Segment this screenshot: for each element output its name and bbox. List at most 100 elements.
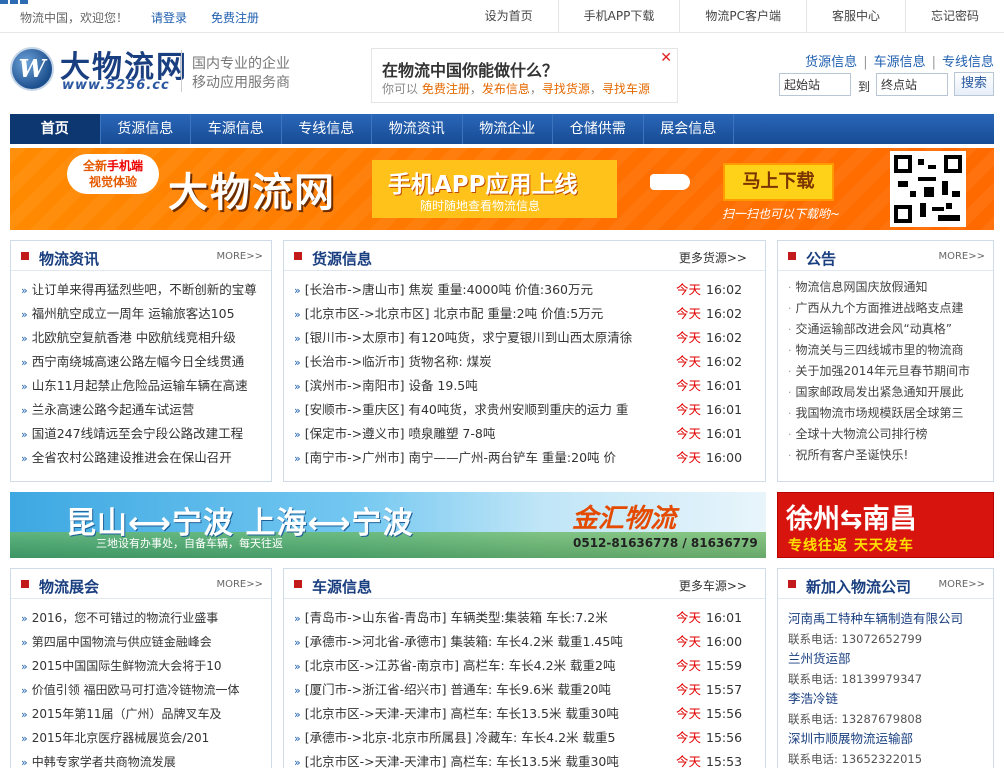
- news-item[interactable]: » 山东11月起禁止危险品运输车辆在高速: [11, 374, 271, 398]
- section-square-icon: [294, 580, 302, 588]
- cargo-panel: 货源信息 更多货源>> » [长治市->唐山市] 焦炭 重量:4000吨 价值:3…: [283, 240, 766, 482]
- logo-icon[interactable]: W: [10, 47, 54, 91]
- company-name[interactable]: 李浩冷链: [788, 689, 993, 709]
- cargo-row[interactable]: » [南宁市->广州市] 南宁——广州-两台铲车 重量:20吨 价今天 16:00: [284, 446, 765, 470]
- banner-download-button[interactable]: 马上下载: [723, 163, 834, 201]
- trucks-title[interactable]: 车源信息: [312, 576, 372, 597]
- notice-item[interactable]: · 广西从九个方面推进战略支点建: [778, 298, 993, 319]
- expo-item[interactable]: » 2015年北京医疗器械展览会/201: [11, 726, 271, 750]
- nav-news[interactable]: 物流资讯: [372, 114, 463, 144]
- app-download-link[interactable]: 手机APP下载: [557, 0, 680, 33]
- close-icon[interactable]: ✕: [660, 50, 672, 66]
- pc-client-link[interactable]: 物流PC客户端: [679, 0, 806, 33]
- start-station-input[interactable]: [779, 73, 851, 96]
- ad-right-title: 徐州⇆南昌: [786, 504, 917, 535]
- nav-home[interactable]: 首页: [10, 114, 101, 144]
- cargo-more-link[interactable]: 更多货源>>: [679, 249, 747, 266]
- section-square-icon: [788, 252, 796, 260]
- truck-row[interactable]: » [北京市区->天津-天津市] 高栏车: 车长13.5米 载重30吨 今天 15:5…: [284, 702, 765, 726]
- notice-title[interactable]: 公告: [806, 248, 836, 269]
- section-square-icon: [21, 252, 29, 260]
- service-center-link[interactable]: 客服中心: [805, 0, 905, 33]
- nav-lines[interactable]: 专线信息: [282, 114, 372, 144]
- expo-more-link[interactable]: MORE>>: [216, 579, 263, 590]
- expo-item[interactable]: » 2015中国国际生鲜物流大会将于10: [11, 654, 271, 678]
- cargo-row[interactable]: » [滨州市->南阳市] 设备 19.5吨 今天 16:01: [284, 374, 765, 398]
- notice-item[interactable]: · 国家邮政局发出紧急通知开展此: [778, 382, 993, 403]
- notice-item[interactable]: · 我国物流市场规模跃居全球第三: [778, 403, 993, 424]
- notice-more-link[interactable]: MORE>>: [938, 251, 985, 262]
- expo-item[interactable]: » 2015年第11届（广州）品牌叉车及: [11, 702, 271, 726]
- truck-row[interactable]: » [北京市区->天津-天津市] 高栏车: 车长13.5米 载重30吨 今天 15:5…: [284, 750, 765, 768]
- cargo-row[interactable]: » [北京市区->北京市区] 北京市配 重量:2吨 价值:5万元 今天 16:02: [284, 302, 765, 326]
- prompt-publish-link[interactable]: 发布信息: [482, 82, 530, 96]
- truck-row[interactable]: » [北京市区->江苏省-南京市] 高栏车: 车长4.2米 载重2吨 今天 15:59: [284, 654, 765, 678]
- company-name[interactable]: 兰州货运部: [788, 649, 993, 669]
- truck-row[interactable]: » [青岛市->山东省-青岛市] 车辆类型:集装箱 车长:7.2米 今天 16:01: [284, 606, 765, 630]
- news-item[interactable]: » 全省农村公路建设推进会在保山召开: [11, 446, 271, 470]
- search-button[interactable]: 搜索: [954, 72, 994, 96]
- notice-item[interactable]: · 全球十大物流公司排行榜: [778, 424, 993, 445]
- set-homepage-link[interactable]: 设为首页: [460, 0, 558, 33]
- cargo-title[interactable]: 货源信息: [312, 248, 372, 269]
- quick-line-link[interactable]: 专线信息: [942, 55, 994, 70]
- notice-item[interactable]: · 交通运输部改进会风“动真格”: [778, 319, 993, 340]
- news-item[interactable]: » 国道247线靖远至会宁段公路改建工程: [11, 422, 271, 446]
- nav-companies[interactable]: 物流企业: [463, 114, 553, 144]
- jinhui-logistics-ad[interactable]: 昆山⟷宁波 上海⟷宁波 三地设有办事处，自备车辆，每天往返 金汇物流 0512-…: [10, 492, 766, 558]
- forgot-password-link[interactable]: 忘记密码: [904, 0, 1004, 33]
- xuzhou-nanchang-ad[interactable]: 徐州⇆南昌 专线往返 天天发车: [777, 492, 994, 558]
- companies-more-link[interactable]: MORE>>: [938, 579, 985, 590]
- cargo-row[interactable]: » [保定市->遵义市] 喷泉雕塑 7-8吨 今天 16:01: [284, 422, 765, 446]
- nav-warehouse[interactable]: 仓储供需: [553, 114, 644, 144]
- expo-item[interactable]: » 中韩专家学者共商物流发展: [11, 750, 271, 768]
- expo-item[interactable]: » 第四届中国物流与供应链金融峰会: [11, 630, 271, 654]
- news-more-link[interactable]: MORE>>: [216, 251, 263, 262]
- register-link[interactable]: 免费注册: [211, 9, 259, 26]
- login-link[interactable]: 请登录: [151, 9, 187, 26]
- bubble-mobile: 手机端: [107, 159, 144, 173]
- prompt-find-truck-link[interactable]: 寻找车源: [602, 82, 650, 96]
- prompt-find-cargo-link[interactable]: 寻找货源: [542, 82, 590, 96]
- notice-item[interactable]: · 祝所有客户圣诞快乐!: [778, 445, 993, 466]
- banner-scan-text: 扫一扫也可以下载哟~: [722, 207, 841, 221]
- end-station-input[interactable]: [876, 73, 948, 96]
- quick-cargo-link[interactable]: 货源信息: [805, 55, 857, 70]
- prompt-register-link[interactable]: 免费注册: [422, 82, 470, 96]
- nav-expo[interactable]: 展会信息: [644, 114, 734, 144]
- nav-trucks[interactable]: 车源信息: [191, 114, 282, 144]
- news-item[interactable]: » 让订单来得再猛烈些吧，不断创新的宝尊: [11, 278, 271, 302]
- cargo-row[interactable]: » [银川市->太原市] 有120吨货，求宁夏银川到山西太原清徐 今天 16:02: [284, 326, 765, 350]
- nav-cargo[interactable]: 货源信息: [101, 114, 191, 144]
- cargo-row[interactable]: » [安顺市->重庆区] 有40吨货，求贵州安顺到重庆的运力 重今天 16:01: [284, 398, 765, 422]
- banner-plate-sub: 随时随地查看物流信息: [420, 199, 541, 213]
- trucks-more-link[interactable]: 更多车源>>: [679, 577, 747, 594]
- rocket-icon: [650, 174, 690, 190]
- expo-item[interactable]: » 2016，您不可错过的物流行业盛事: [11, 606, 271, 630]
- notice-item[interactable]: · 物流信息网国庆放假通知: [778, 277, 993, 298]
- quick-truck-link[interactable]: 车源信息: [874, 55, 926, 70]
- truck-row[interactable]: » [承德市->河北省-承德市] 集装箱: 车长4.2米 载重1.45吨 今天 16:…: [284, 630, 765, 654]
- company-name[interactable]: 河南禹工特种车辆制造有限公司: [788, 609, 993, 629]
- news-item[interactable]: » 北欧航空复航香港 中欧航线竞相升级: [11, 326, 271, 350]
- cargo-row[interactable]: » [长治市->唐山市] 焦炭 重量:4000吨 价值:360万元 今天 16:02: [284, 278, 765, 302]
- company-name[interactable]: 深圳市顺展物流运输部: [788, 729, 993, 749]
- qr-code-icon[interactable]: [890, 151, 966, 227]
- notice-item[interactable]: · 关于加强2014年元旦春节期间市: [778, 361, 993, 382]
- banner-bubble: 全新手机端 视觉体验: [67, 154, 159, 194]
- expo-item[interactable]: » 价值引领 福田欧马可打造冷链物流一体: [11, 678, 271, 702]
- companies-title[interactable]: 新加入物流公司: [806, 576, 911, 597]
- truck-row[interactable]: » [承德市->北京-北京市所属县] 冷藏车: 车长4.2米 载重5 今天 15:56: [284, 726, 765, 750]
- expo-title[interactable]: 物流展会: [39, 576, 99, 597]
- news-item[interactable]: » 福州航空成立一周年 运输旅客达105: [11, 302, 271, 326]
- notice-item[interactable]: · 物流关与三四线城市里的物流商: [778, 340, 993, 361]
- news-title[interactable]: 物流资讯: [39, 248, 99, 269]
- app-banner[interactable]: 全新手机端 视觉体验 大物流网 手机APP应用上线 随时随地查看物流信息 马上下…: [10, 148, 994, 230]
- cargo-row[interactable]: » [长治市->临沂市] 货物名称: 煤炭 今天 16:02: [284, 350, 765, 374]
- greeting-text: 物流中国，欢迎您！: [20, 11, 129, 25]
- company-phone: 联系电话: 13287679808: [788, 712, 923, 726]
- news-item[interactable]: » 兰永高速公路今起通车试运营: [11, 398, 271, 422]
- ad-brand: 金汇物流: [572, 504, 677, 534]
- news-item[interactable]: » 西宁南绕城高速公路左幅今日全线贯通: [11, 350, 271, 374]
- truck-row[interactable]: » [厦门市->浙江省-绍兴市] 普通车: 车长9.6米 载重20吨 今天 15:57: [284, 678, 765, 702]
